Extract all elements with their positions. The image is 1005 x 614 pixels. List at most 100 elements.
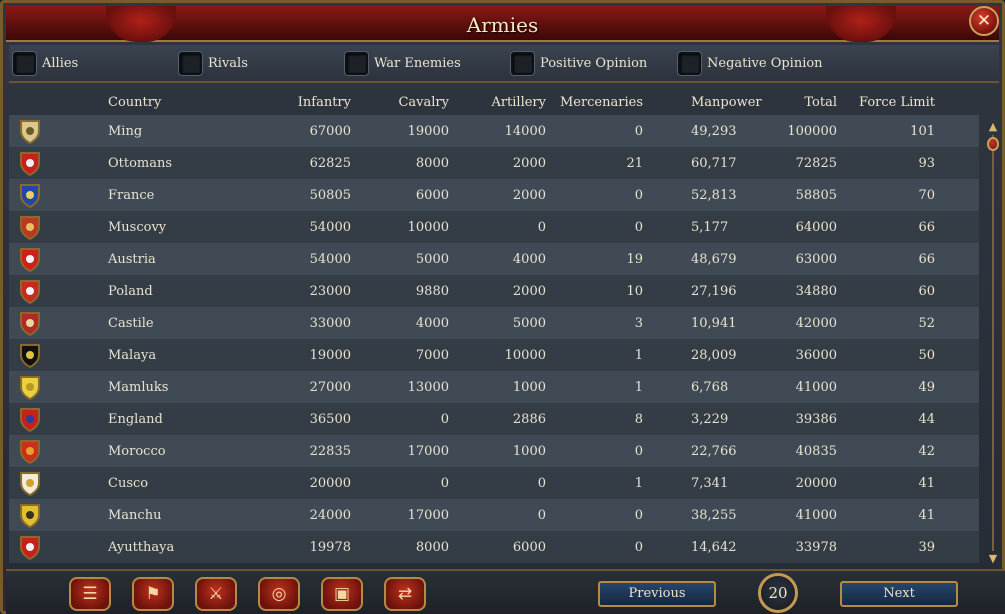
trade-goods-icon: ▣: [333, 584, 351, 604]
coins-button[interactable]: ◎: [258, 577, 300, 611]
column-header-manpower[interactable]: Manpower: [691, 95, 762, 110]
allies-checkbox[interactable]: [13, 52, 36, 75]
filter-label: Allies: [42, 56, 79, 71]
country-shield-icon[interactable]: [19, 439, 41, 465]
country-shield-icon[interactable]: [19, 151, 41, 177]
country-shield-icon[interactable]: [19, 375, 41, 401]
cell-country[interactable]: Manchu: [108, 508, 161, 523]
previous-button[interactable]: Previous: [598, 581, 716, 607]
column-header-force-limit[interactable]: Force Limit: [849, 95, 935, 110]
country-shield-icon[interactable]: [19, 311, 41, 337]
scroll-up-arrow-icon[interactable]: ▲: [987, 121, 999, 133]
scroll-down-arrow-icon[interactable]: ▼: [987, 553, 999, 565]
cell-mercenaries: 0: [634, 220, 643, 235]
table-row[interactable]: Morocco 22835 17000 1000 0 22,766 40835 42: [9, 435, 979, 467]
country-shield-icon[interactable]: [19, 503, 41, 529]
cell-cavalry: 17000: [407, 444, 449, 459]
cell-infantry: 27000: [309, 380, 351, 395]
table-row[interactable]: Muscovy 54000 10000 0 0 5,177 64000 66: [9, 211, 979, 243]
country-shield-icon[interactable]: [19, 183, 41, 209]
cell-force-limit: 50: [918, 348, 935, 363]
table-row[interactable]: Austria 54000 5000 4000 19 48,679 63000 66: [9, 243, 979, 275]
table-row[interactable]: Poland 23000 9880 2000 10 27,196 34880 60: [9, 275, 979, 307]
cell-total: 72825: [795, 156, 837, 171]
table-row[interactable]: Cusco 20000 0 0 1 7,341 20000 41: [9, 467, 979, 499]
column-header-cavalry[interactable]: Cavalry: [379, 95, 449, 110]
cell-country[interactable]: Ming: [108, 124, 142, 139]
cell-mercenaries: 10: [626, 284, 643, 299]
country-shield-icon[interactable]: [19, 215, 41, 241]
rivals-checkbox[interactable]: [179, 52, 202, 75]
scroll-track[interactable]: [992, 135, 994, 551]
filter-label: Positive Opinion: [540, 56, 648, 71]
handshake-button[interactable]: ⇄: [384, 577, 426, 611]
scrollbar[interactable]: ▲ ▼: [987, 121, 999, 567]
cell-infantry: 54000: [309, 220, 351, 235]
table-row[interactable]: Castile 33000 4000 5000 3 10,941 42000 52: [9, 307, 979, 339]
war-enemies-checkbox[interactable]: [345, 52, 368, 75]
ledger-button[interactable]: ☰: [69, 577, 111, 611]
table-row[interactable]: Manchu 24000 17000 0 0 38,255 41000 41: [9, 499, 979, 531]
cell-artillery: 2886: [512, 412, 546, 427]
trade-goods-button[interactable]: ▣: [321, 577, 363, 611]
table-row[interactable]: England 36500 0 2886 8 3,229 39386 44: [9, 403, 979, 435]
close-button[interactable]: ✕: [969, 6, 999, 36]
country-shield-icon[interactable]: [19, 247, 41, 273]
cell-country[interactable]: Malaya: [108, 348, 156, 363]
table-row[interactable]: Ming 67000 19000 14000 0 49,293 100000 101: [9, 115, 979, 147]
cell-country[interactable]: Ayutthaya: [108, 540, 174, 555]
country-shield-icon[interactable]: [19, 119, 41, 145]
country-shield-icon[interactable]: [19, 471, 41, 497]
cell-country[interactable]: Mamluks: [108, 380, 168, 395]
cell-country[interactable]: Muscovy: [108, 220, 166, 235]
cell-cavalry: 5000: [415, 252, 449, 267]
country-shield-icon[interactable]: [19, 407, 41, 433]
table-row[interactable]: Ottomans 62825 8000 2000 21 60,717 72825 93: [9, 147, 979, 179]
cell-country[interactable]: Morocco: [108, 444, 166, 459]
cell-cavalry: 8000: [415, 540, 449, 555]
cell-country[interactable]: England: [108, 412, 163, 427]
cell-country[interactable]: Ottomans: [108, 156, 172, 171]
cell-total: 39386: [795, 412, 837, 427]
country-shield-icon[interactable]: [19, 343, 41, 369]
cell-country[interactable]: France: [108, 188, 154, 203]
cell-manpower: 3,229: [691, 412, 729, 427]
column-header-mercenaries[interactable]: Mercenaries: [555, 95, 643, 110]
cell-infantry: 19978: [309, 540, 351, 555]
cell-total: 40835: [795, 444, 837, 459]
positive-opinion-checkbox[interactable]: [511, 52, 534, 75]
cell-infantry: 36500: [309, 412, 351, 427]
cell-manpower: 49,293: [691, 124, 737, 139]
negative-opinion-checkbox[interactable]: [678, 52, 701, 75]
bottom-bar: ☰ ⚑ ⚔ ◎ ▣ ⇄ Previous 20 Next: [6, 569, 1005, 614]
country-shield-icon[interactable]: [19, 535, 41, 561]
cell-country[interactable]: Poland: [108, 284, 153, 299]
cell-artillery: 2000: [512, 156, 546, 171]
cell-artillery: 2000: [512, 188, 546, 203]
cell-country[interactable]: Castile: [108, 316, 154, 331]
cell-force-limit: 44: [918, 412, 935, 427]
column-header-total[interactable]: Total: [769, 95, 837, 110]
cell-total: 64000: [795, 220, 837, 235]
crossed-swords-button[interactable]: ⚔: [195, 577, 237, 611]
column-header-artillery[interactable]: Artillery: [476, 95, 546, 110]
flags-button[interactable]: ⚑: [132, 577, 174, 611]
page-number: 20: [758, 573, 798, 613]
cell-force-limit: 93: [918, 156, 935, 171]
table-row[interactable]: Mamluks 27000 13000 1000 1 6,768 41000 49: [9, 371, 979, 403]
title-bar: Armies: [6, 6, 999, 42]
cell-manpower: 48,679: [691, 252, 737, 267]
cell-manpower: 38,255: [691, 508, 737, 523]
column-header-infantry[interactable]: Infantry: [279, 95, 351, 110]
table-row[interactable]: Malaya 19000 7000 10000 1 28,009 36000 50: [9, 339, 979, 371]
table-row[interactable]: France 50805 6000 2000 0 52,813 58805 70: [9, 179, 979, 211]
column-header-country[interactable]: Country: [108, 95, 161, 110]
cell-country[interactable]: Cusco: [108, 476, 148, 491]
scroll-thumb[interactable]: [987, 137, 999, 151]
next-button[interactable]: Next: [840, 581, 958, 607]
country-shield-icon[interactable]: [19, 279, 41, 305]
cell-mercenaries: 1: [634, 476, 643, 491]
table-body: Ming 67000 19000 14000 0 49,293 100000 101 Ottom…: [9, 115, 979, 563]
table-row[interactable]: Ayutthaya 19978 8000 6000 0 14,642 33978 39: [9, 531, 979, 563]
cell-country[interactable]: Austria: [108, 252, 156, 267]
